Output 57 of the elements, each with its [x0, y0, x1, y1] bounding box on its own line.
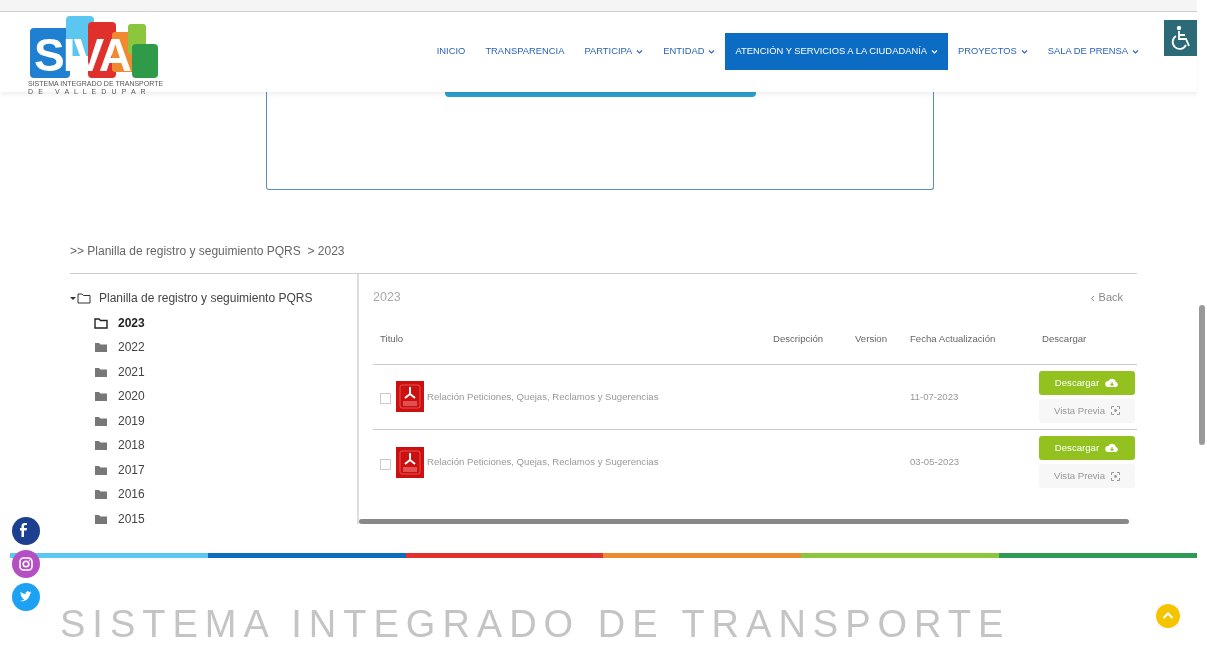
folder-icon [94, 414, 108, 427]
nav-link[interactable]: PROYECTOS [948, 33, 1038, 70]
scroll-top-icon[interactable] [1156, 604, 1180, 628]
tree-item[interactable]: Planilla de registro y seguimiento PQRS [70, 286, 357, 311]
caret-icon [70, 295, 76, 302]
folder-title: 2023 [373, 289, 401, 306]
column-header: Version [855, 332, 888, 347]
tree-item[interactable]: 2017 [94, 457, 357, 482]
footer-title: SISTEMA INTEGRADO DE TRANSPORTE [60, 604, 1011, 644]
tree-item[interactable]: 2022 [94, 335, 357, 360]
checkbox[interactable] [380, 458, 391, 470]
tree-item[interactable]: 2023 [94, 310, 357, 335]
nav-link[interactable]: TRANSPARENCIA [475, 33, 575, 70]
file-title: Relación Peticiones, Quejas, Reclamos y Sugerencias [427, 455, 659, 470]
column-header: Descripción [773, 332, 825, 347]
folder-icon [94, 463, 108, 476]
folder-icon [94, 439, 108, 452]
facebook-icon[interactable] [12, 517, 40, 545]
folder-icon [94, 341, 108, 354]
tree-item[interactable]: 2015 [94, 506, 357, 531]
column-header: Fecha Actualización [910, 332, 997, 347]
folder-icon [94, 512, 108, 525]
focus-icon [1111, 471, 1120, 481]
pdf-icon [396, 381, 424, 413]
nav-link[interactable]: ENTIDAD [653, 33, 726, 70]
nav-link[interactable]: INICIO [426, 33, 476, 70]
back-link[interactable]: Back [1090, 289, 1123, 306]
cloud-download-icon [1105, 443, 1120, 454]
twitter-icon[interactable] [12, 583, 40, 611]
tree-item[interactable]: 2019 [94, 408, 357, 433]
date-text: 03-05-2023 [910, 455, 961, 470]
folder-icon [94, 390, 108, 403]
scrollbar[interactable] [359, 519, 1129, 524]
tree-item[interactable]: 2016 [94, 482, 357, 507]
file-title: Relación Peticiones, Quejas, Reclamos y Sugerencias [427, 389, 659, 404]
folder-icon [94, 488, 108, 501]
nav-link[interactable]: ATENCIÓN Y SERVICIOS A LA CIUDADANÍA [725, 33, 949, 70]
checkbox[interactable] [380, 393, 391, 405]
folder-icon [77, 292, 91, 305]
nav-link[interactable]: PARTICIPA [574, 33, 654, 70]
column-header: Titulo [379, 332, 405, 347]
folder-icon [94, 316, 108, 329]
instagram-icon[interactable] [12, 550, 40, 578]
pdf-icon [396, 446, 424, 478]
chevron-left-icon [1090, 294, 1096, 302]
accessibility-button[interactable] [1164, 20, 1197, 56]
column-header: Descargar [1042, 332, 1088, 347]
nav-link[interactable]: SALA DE PRENSA [1037, 33, 1149, 70]
folder-icon [94, 365, 108, 378]
breadcrumb: >> Planilla de registro y seguimiento PQRS > 2023 [70, 243, 346, 260]
focus-icon [1111, 406, 1120, 416]
wheelchair-icon [1169, 25, 1192, 51]
tree-item[interactable]: 2021 [94, 359, 357, 384]
date-text: 11-07-2023 [910, 389, 960, 404]
cloud-download-icon [1105, 377, 1120, 388]
tree-item[interactable]: 2018 [94, 433, 357, 458]
tree-item[interactable]: 2020 [94, 384, 357, 409]
